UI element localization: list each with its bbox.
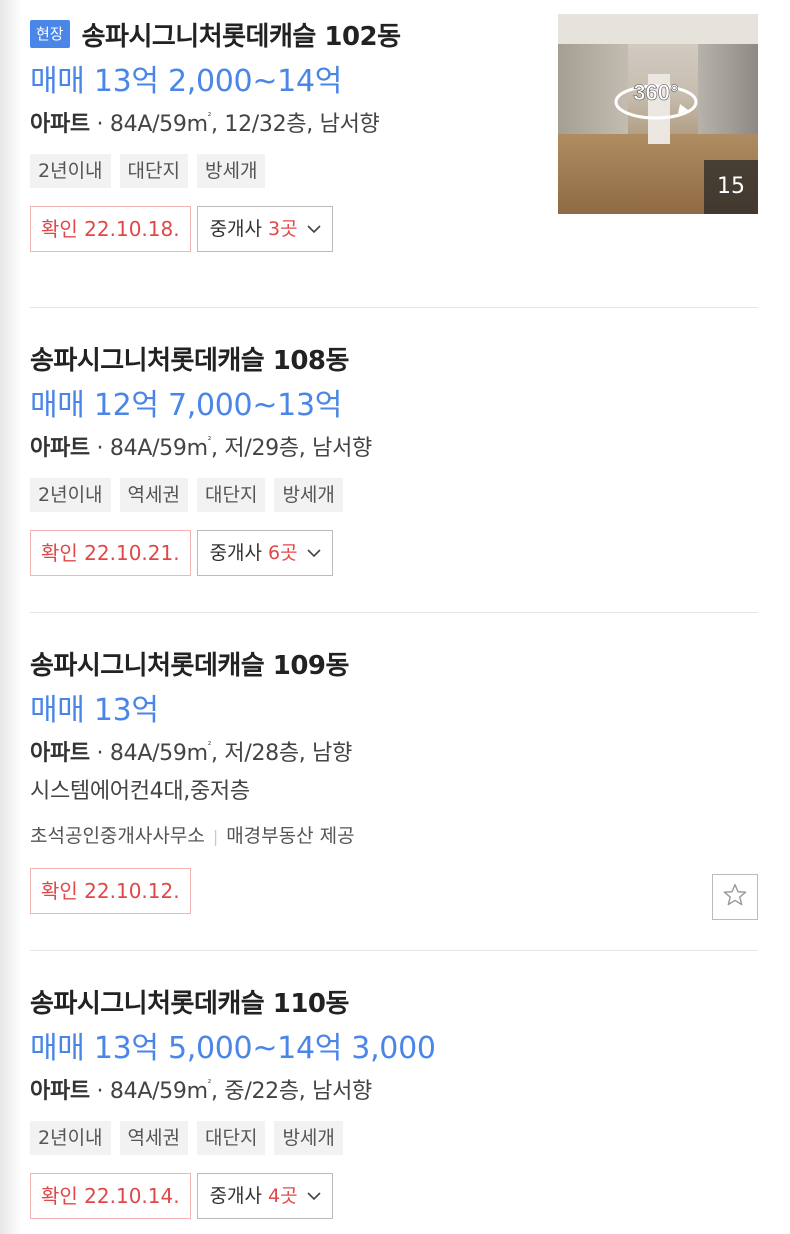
listing-actions: 확인 22.10.12. (30, 868, 758, 914)
agency-name: 초석공인중개사사무소 (30, 825, 205, 847)
listing-title[interactable]: 송파시그니처롯데캐슬 102동 (82, 16, 401, 53)
left-edge-shadow (0, 0, 22, 1234)
confirm-date-badge: 확인 22.10.21. (30, 530, 191, 576)
listing-title-row: 송파시그니처롯데캐슬 108동 (30, 340, 758, 377)
favorite-star-button[interactable] (712, 874, 758, 920)
tag: 방세개 (274, 478, 343, 512)
tag-list: 2년이내 역세권 대단지 방세개 (30, 478, 758, 512)
tag: 2년이내 (30, 154, 111, 188)
data-provider: 매경부동산 제공 (226, 825, 355, 847)
chevron-down-icon (306, 1188, 322, 1204)
listing-title[interactable]: 송파시그니처롯데캐슬 109동 (30, 645, 349, 682)
listing-spec: 아파트 · 84A/59m², 저/29층, 남서향 (30, 436, 372, 461)
tag-list: 2년이내 역세권 대단지 방세개 (30, 1121, 758, 1155)
photo-count: 15 (704, 160, 758, 214)
listing-item[interactable]: 송파시그니처롯데캐슬 109동 매매 13억 아파트 · 84A/59m², 저… (30, 613, 758, 951)
floor-direction: , 저/28층, 남향 (211, 741, 353, 766)
brokers-count: 4곳 (268, 1185, 298, 1207)
brokers-label: 중개사 (209, 542, 263, 564)
listing-price: 매매 13억 (30, 693, 159, 728)
listing-item[interactable]: 송파시그니처롯데캐슬 108동 매매 12억 7,000~13억 아파트 · 8… (30, 308, 758, 613)
listing-title[interactable]: 송파시그니처롯데캐슬 108동 (30, 340, 349, 377)
floor-direction: , 12/32층, 남서향 (211, 112, 380, 137)
confirm-date-badge: 확인 22.10.18. (30, 206, 191, 252)
tag: 역세권 (119, 1121, 188, 1155)
confirm-date-badge: 확인 22.10.14. (30, 1173, 191, 1219)
svg-text:360°: 360° (633, 80, 679, 105)
brokers-count: 6곳 (268, 542, 298, 564)
area: 84A/59m (109, 741, 208, 766)
listing-price: 매매 13억 5,000~14억 3,000 (30, 1031, 436, 1066)
area: 84A/59m (109, 1079, 208, 1104)
listing-item[interactable]: 송파시그니처롯데캐슬 110동 매매 13억 5,000~14억 3,000 아… (30, 951, 758, 1234)
listing-title[interactable]: 송파시그니처롯데캐슬 110동 (30, 983, 349, 1020)
brokers-label: 중개사 (209, 1185, 263, 1207)
listing-spec: 아파트 · 84A/59m², 중/22층, 남서향 (30, 1079, 372, 1104)
tag: 대단지 (196, 1121, 266, 1155)
tag: 역세권 (119, 478, 188, 512)
chevron-down-icon (306, 545, 322, 561)
listing-list: 현장 송파시그니처롯데캐슬 102동 매매 13억 2,000~14억 아파트 … (30, 0, 758, 1234)
tag: 2년이내 (30, 1121, 111, 1155)
area: 84A/59m (109, 436, 208, 461)
tag: 대단지 (196, 478, 266, 512)
listing-actions: 확인 22.10.14. 중개사 4곳 (30, 1173, 758, 1219)
star-outline-icon (722, 882, 748, 912)
tag: 방세개 (196, 154, 266, 188)
chevron-down-icon (306, 221, 322, 237)
confirm-date-badge: 확인 22.10.12. (30, 868, 191, 914)
listing-item[interactable]: 현장 송파시그니처롯데캐슬 102동 매매 13억 2,000~14억 아파트 … (30, 0, 758, 308)
listing-title-row: 송파시그니처롯데캐슬 110동 (30, 983, 758, 1020)
listing-title-row: 송파시그니처롯데캐슬 109동 (30, 645, 758, 682)
brokers-dropdown-button[interactable]: 중개사 6곳 (196, 530, 333, 576)
brokers-label: 중개사 (209, 218, 263, 240)
listing-actions: 확인 22.10.21. 중개사 6곳 (30, 530, 758, 576)
agency-info: 초석공인중개사사무소 | 매경부동산 제공 (30, 825, 355, 847)
listing-photo-thumbnail[interactable]: 360° 15 (558, 14, 758, 214)
brokers-dropdown-button[interactable]: 중개사 3곳 (196, 206, 333, 252)
listing-description: 시스템에어컨4대,중저층 (30, 779, 250, 804)
onsite-badge: 현장 (30, 20, 70, 48)
property-type: 아파트 (30, 741, 90, 766)
floor-direction: , 저/29층, 남서향 (211, 436, 372, 461)
floor-direction: , 중/22층, 남서향 (211, 1079, 372, 1104)
property-type: 아파트 (30, 1079, 90, 1104)
tag: 대단지 (119, 154, 188, 188)
area: 84A/59m (109, 112, 208, 137)
360-view-icon: 360° (608, 70, 708, 134)
brokers-dropdown-button[interactable]: 중개사 4곳 (196, 1173, 333, 1219)
brokers-count: 3곳 (268, 218, 298, 240)
tag: 방세개 (274, 1121, 343, 1155)
property-type: 아파트 (30, 112, 90, 137)
property-type: 아파트 (30, 436, 90, 461)
listing-price: 매매 12억 7,000~13억 (30, 388, 343, 423)
listing-spec: 아파트 · 84A/59m², 저/28층, 남향 (30, 741, 353, 766)
tag: 2년이내 (30, 478, 111, 512)
